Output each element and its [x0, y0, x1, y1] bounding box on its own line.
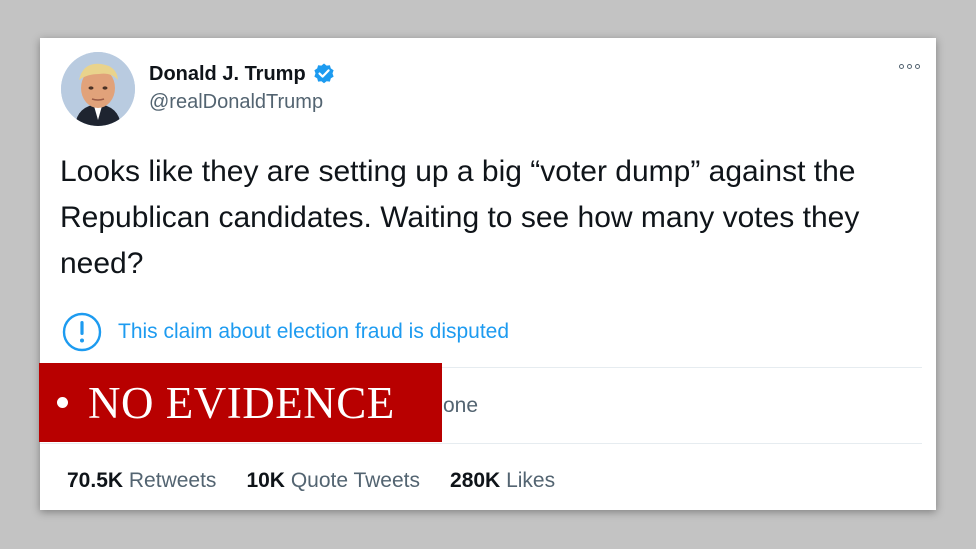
- author-handle[interactable]: @realDonaldTrump: [149, 91, 323, 114]
- more-dot: [915, 64, 920, 69]
- more-options-icon[interactable]: [899, 64, 920, 69]
- author-name[interactable]: Donald J. Trump: [149, 63, 306, 86]
- tweet-text: Looks like they are setting up a big “vo…: [60, 155, 860, 280]
- retweets-stat[interactable]: 70.5K Retweets: [67, 469, 216, 493]
- stat-value: 70.5K: [67, 469, 124, 492]
- stat-label: Retweets: [128, 469, 217, 492]
- disputed-claim-notice[interactable]: This claim about election fraud is dispu…: [62, 312, 509, 352]
- more-dot: [899, 64, 904, 69]
- notice-text[interactable]: This claim about election fraud is dispu…: [118, 320, 509, 344]
- likes-stat[interactable]: 280K Likes: [450, 469, 555, 493]
- tweet-context-text: one: [443, 394, 479, 417]
- avatar[interactable]: [61, 52, 135, 126]
- stat-value: 280K: [450, 469, 501, 492]
- stat-label: Likes: [506, 469, 556, 492]
- stat-label: Quote Tweets: [290, 469, 421, 492]
- quote-tweets-stat[interactable]: 10K Quote Tweets: [246, 469, 420, 493]
- bullet-icon: [57, 397, 68, 408]
- banner-label: NO EVIDENCE: [88, 377, 395, 428]
- divider: [40, 443, 922, 444]
- more-dot: [907, 64, 912, 69]
- verified-badge-icon: [314, 63, 334, 84]
- tweet-stats: 70.5K Retweets 10K Quote Tweets 280K Lik…: [67, 469, 555, 493]
- avatar-portrait: [61, 52, 135, 126]
- no-evidence-banner: NO EVIDENCE: [39, 363, 442, 442]
- stat-value: 10K: [246, 469, 285, 492]
- info-circle-icon: [62, 312, 102, 352]
